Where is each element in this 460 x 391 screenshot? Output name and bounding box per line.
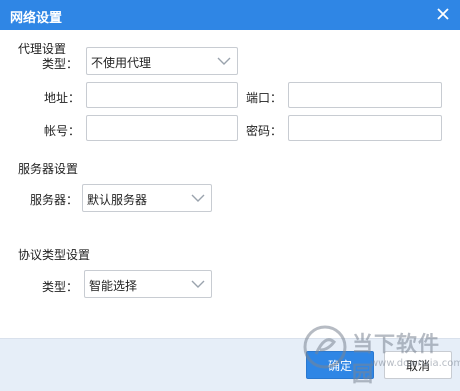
server-label: 服务器： <box>30 193 79 207</box>
proxy-type-label: 类型： <box>42 57 79 71</box>
close-icon <box>437 8 449 20</box>
dialog-title: 网络设置 <box>10 11 63 26</box>
close-button[interactable] <box>432 3 454 25</box>
proxy-type-select[interactable]: 不使用代理 <box>86 47 238 75</box>
address-input[interactable] <box>86 82 238 108</box>
network-settings-dialog: 网络设置 代理设置 类型： 不使用代理 地址： 端口： 帐号： 密码： 服务器设… <box>0 0 460 391</box>
address-label: 地址： <box>44 91 81 105</box>
ok-button[interactable]: 确定 <box>306 351 374 379</box>
titlebar: 网络设置 <box>0 0 460 30</box>
chevron-down-icon <box>191 280 205 288</box>
account-input[interactable] <box>86 115 238 141</box>
protocol-type-select[interactable]: 智能选择 <box>84 270 212 298</box>
password-input[interactable] <box>288 115 442 141</box>
protocol-type-label: 类型： <box>42 280 79 294</box>
port-label: 端口： <box>246 91 283 105</box>
account-label: 帐号： <box>44 124 81 138</box>
chevron-down-icon <box>217 57 231 65</box>
protocol-type-value: 智能选择 <box>89 279 138 293</box>
password-label: 密码： <box>246 124 283 138</box>
dialog-footer: 确定 取消 <box>0 338 460 391</box>
server-section-title: 服务器设置 <box>18 162 79 176</box>
protocol-section-title: 协议类型设置 <box>18 248 91 262</box>
cancel-button[interactable]: 取消 <box>384 351 452 379</box>
server-select[interactable]: 默认服务器 <box>82 184 212 212</box>
proxy-type-value: 不使用代理 <box>91 56 152 70</box>
port-input[interactable] <box>288 82 442 108</box>
chevron-down-icon <box>191 194 205 202</box>
server-value: 默认服务器 <box>87 193 148 207</box>
